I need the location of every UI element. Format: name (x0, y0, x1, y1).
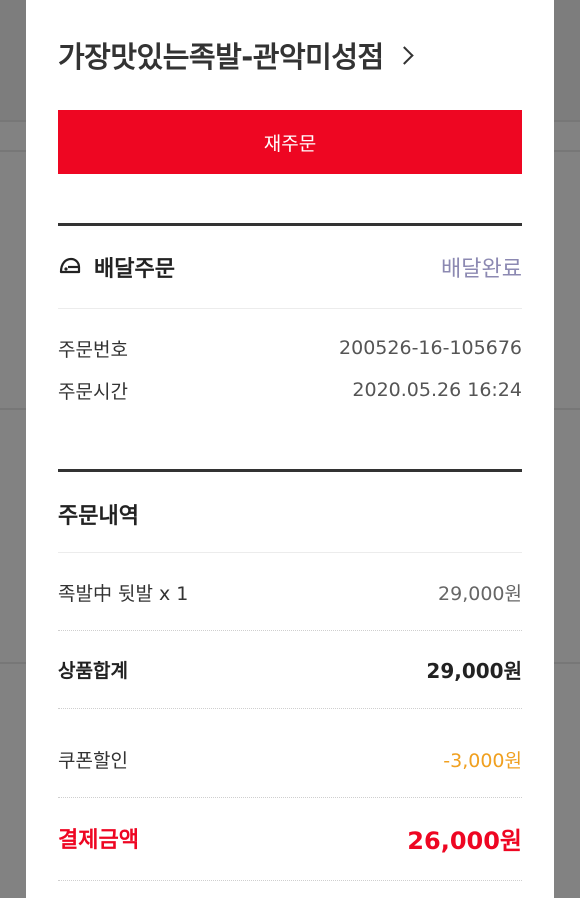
divider (58, 552, 522, 553)
order-time-row: 주문시간 2020.05.26 16:24 (58, 376, 522, 404)
order-time-value: 2020.05.26 16:24 (352, 379, 522, 401)
order-details-header: 주문내역 (58, 496, 522, 532)
order-number-label: 주문번호 (58, 338, 128, 361)
coupon-value: -3,000원 (443, 749, 522, 772)
total-value: 26,000원 (407, 826, 522, 855)
order-detail-sheet: 가장맛있는족발-관악미성점 재주문 배달주문 배달완료 주문번호 200526-… (26, 0, 554, 898)
order-details-title: 주문내역 (58, 504, 139, 529)
delivery-type-label: 배달주문 (94, 257, 175, 282)
list-item: 족발中 뒷발 x 1 29,000원 (58, 578, 522, 606)
store-name: 가장맛있는족발-관악미성점 (58, 40, 384, 74)
total-label: 결제금액 (58, 828, 139, 853)
order-number-value: 200526-16-105676 (339, 337, 522, 359)
order-number-row: 주문번호 200526-16-105676 (58, 334, 522, 362)
section-divider (58, 469, 522, 472)
dotted-divider (58, 880, 522, 881)
reorder-button[interactable]: 재주문 (58, 110, 522, 174)
subtotal-value: 29,000원 (426, 658, 522, 683)
divider (58, 308, 522, 309)
total-row: 결제금액 26,000원 (58, 820, 522, 856)
helmet-icon (59, 257, 81, 274)
order-time-label: 주문시간 (58, 380, 128, 403)
subtotal-row: 상품합계 29,000원 (58, 655, 522, 683)
delivery-type: 배달주문 (58, 251, 175, 283)
delivery-header: 배달주문 배달완료 (58, 244, 522, 290)
section-divider (58, 223, 522, 226)
dotted-divider (58, 708, 522, 709)
store-name-link[interactable]: 가장맛있는족발-관악미성점 (58, 32, 414, 78)
dotted-divider (58, 630, 522, 631)
dotted-divider (58, 797, 522, 798)
item-price: 29,000원 (438, 582, 522, 605)
coupon-label: 쿠폰할인 (58, 749, 128, 772)
coupon-row: 쿠폰할인 -3,000원 (58, 745, 522, 773)
chevron-right-icon (395, 45, 414, 65)
subtotal-label: 상품합계 (58, 659, 128, 682)
item-name: 족발中 뒷발 x 1 (58, 582, 189, 605)
delivery-status: 배달완료 (441, 257, 522, 282)
